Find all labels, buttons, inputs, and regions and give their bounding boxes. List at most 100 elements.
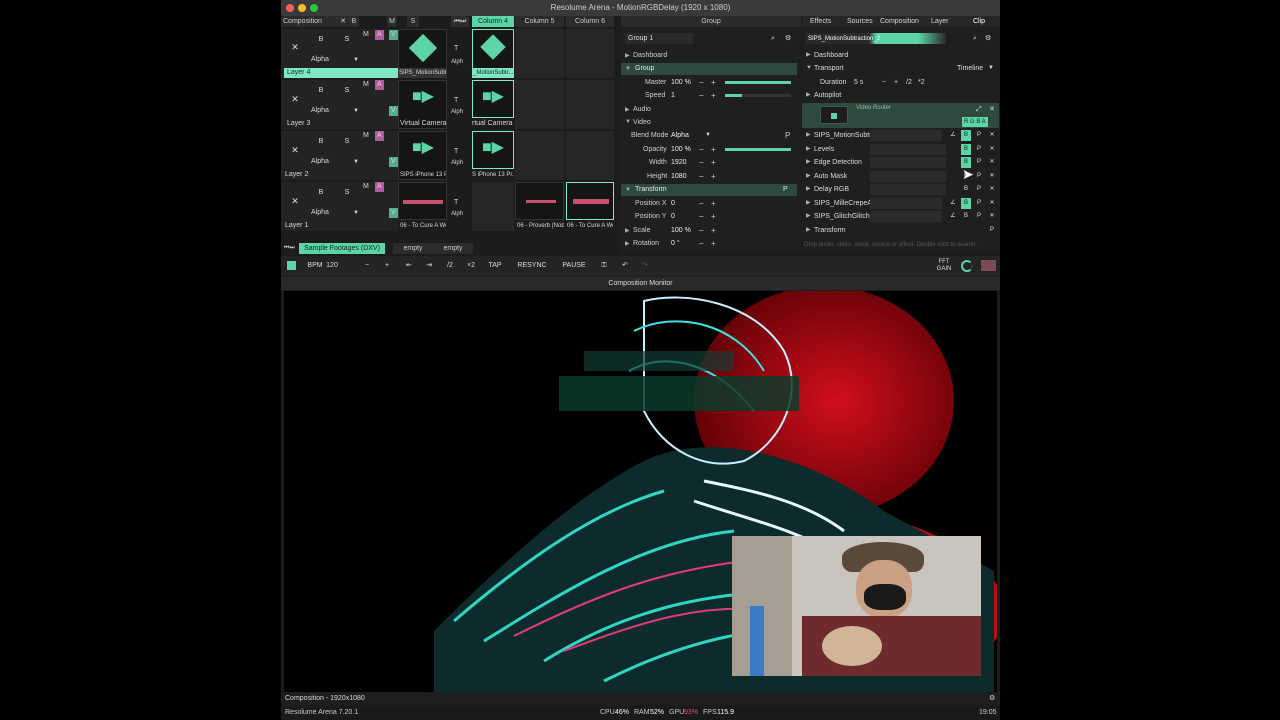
layer-m-button[interactable]: M xyxy=(363,30,369,40)
layer-v-button[interactable]: V xyxy=(389,208,398,218)
position-x-row[interactable]: Position X 0 − + xyxy=(621,197,801,210)
layer-v-button[interactable]: V xyxy=(389,30,398,40)
deck-tab[interactable]: empty xyxy=(393,243,433,254)
layer-m-button[interactable]: M xyxy=(363,80,369,90)
layer-a-button[interactable]: A xyxy=(375,80,384,90)
layer-solo-button[interactable]: S xyxy=(341,87,353,94)
layer-v-button[interactable]: V xyxy=(389,157,398,167)
tap-button[interactable]: TAP xyxy=(485,259,505,273)
pause-button[interactable]: PAUSE xyxy=(559,259,589,273)
composition-monitor-output[interactable] xyxy=(284,291,997,692)
layer-blend-select[interactable]: Alpha xyxy=(311,106,329,116)
empty-clip-slot[interactable] xyxy=(515,29,564,78)
tab-layer[interactable]: Layer xyxy=(931,17,949,27)
minimize-window-button[interactable] xyxy=(298,4,306,12)
bpm-value[interactable]: 120 xyxy=(325,259,339,273)
group-section[interactable]: ▼ Group xyxy=(621,63,797,75)
redo-icon[interactable]: ↷ xyxy=(639,259,651,273)
bpm-minus-button[interactable]: − xyxy=(361,259,373,273)
undo-icon[interactable]: ↶ xyxy=(619,259,631,273)
height-row[interactable]: Height 1080 − + xyxy=(621,170,801,183)
composition-m-button[interactable]: M xyxy=(387,16,397,27)
clip-t-button[interactable]: T xyxy=(454,198,458,208)
effect-row[interactable]: ▶ SIPS_MilleCrepeA ∠ B P ✕ xyxy=(802,197,999,210)
layer-clear-button[interactable]: ✕ xyxy=(289,196,301,207)
tab-composition[interactable]: Composition xyxy=(880,17,919,27)
layer-m-button[interactable]: M xyxy=(363,182,369,192)
empty-clip-slot[interactable] xyxy=(515,131,564,180)
nudge-forward-icon[interactable]: ⇥ xyxy=(423,259,435,273)
speed-row[interactable]: Speed 1 − + xyxy=(621,89,801,102)
layer-bypass-button[interactable]: B xyxy=(315,36,327,43)
nudge-back-icon[interactable]: ⇤ xyxy=(403,259,415,273)
empty-clip-slot[interactable] xyxy=(566,80,614,129)
duration-row[interactable]: Duration 5 s − + /2 *2 xyxy=(802,76,999,89)
layer-solo-button[interactable]: S xyxy=(341,36,353,43)
resync-button[interactable]: RESYNC xyxy=(515,259,549,273)
bpm-half-button[interactable]: /2 xyxy=(443,259,457,273)
layer-a-button[interactable]: A xyxy=(375,30,384,40)
opacity-row[interactable]: Opacity 100 % − + xyxy=(621,143,801,156)
gear-icon[interactable]: ⚙ xyxy=(989,694,995,704)
layer-blend-select[interactable]: Alpha xyxy=(311,55,329,65)
empty-clip-slot[interactable] xyxy=(515,80,564,129)
search-icon[interactable]: ⌕ xyxy=(973,34,977,44)
effect-row[interactable]: ▶ Delay RGB B P ✕ xyxy=(802,183,999,196)
layer-clear-button[interactable]: ✕ xyxy=(289,94,301,105)
clip-t-button[interactable]: T xyxy=(454,147,458,157)
deck-tab[interactable]: Sample Footages (DXV) xyxy=(299,243,385,254)
gear-icon[interactable]: ⚙ xyxy=(985,34,991,44)
layer-solo-button[interactable]: S xyxy=(341,189,353,196)
expand-icon[interactable]: ⤢ xyxy=(976,105,982,115)
layer-solo-button[interactable]: S xyxy=(341,138,353,145)
fft-gain-knob[interactable] xyxy=(961,260,973,272)
column-header[interactable]: Column 6 xyxy=(566,16,614,27)
position-y-row[interactable]: Position Y 0 − + xyxy=(621,210,801,223)
effect-row[interactable]: ▶ SIPS_MotionSubtr ∠ B P ✕ xyxy=(802,129,999,142)
composition-s-button[interactable]: S xyxy=(407,16,419,27)
lock-icon[interactable]: ⚿ xyxy=(598,259,610,273)
composition-b-button[interactable]: B xyxy=(349,16,359,27)
width-row[interactable]: Width 1920 − + xyxy=(621,156,801,169)
metronome-icon[interactable] xyxy=(287,261,296,270)
blend-mode-row[interactable]: Blend Mode Alpha ▼ P xyxy=(621,129,801,142)
clip-thumbnail[interactable] xyxy=(398,182,447,220)
autopilot-section[interactable]: ▶ Autopilot xyxy=(802,89,999,102)
zoom-window-button[interactable] xyxy=(310,4,318,12)
layer-v-button[interactable]: V xyxy=(389,106,398,116)
video-section[interactable]: ▼ Video xyxy=(621,116,801,129)
composition-clear-button[interactable]: ✕ xyxy=(338,16,348,27)
column-header[interactable]: Column 4 xyxy=(472,16,514,27)
group-name-field[interactable]: Group 1 xyxy=(625,33,693,44)
dashboard-section[interactable]: ▶ Dashboard xyxy=(802,49,999,62)
tab-clip[interactable]: Clip xyxy=(973,17,985,27)
gear-icon[interactable]: ⚙ xyxy=(785,34,791,44)
transform-section[interactable]: ▶ Transform P xyxy=(802,224,999,237)
transport-section[interactable]: ▼ Transport Timeline ▼ xyxy=(802,62,999,75)
layer-bypass-button[interactable]: B xyxy=(315,138,327,145)
search-icon[interactable]: ⌕ xyxy=(771,34,775,44)
effect-row[interactable]: ▶ SIPS_GlitchGlitchF ∠ B P ✕ xyxy=(802,210,999,223)
transform-section[interactable]: ▼ Transform P xyxy=(621,184,797,196)
bpm-double-button[interactable]: ×2 xyxy=(464,259,478,273)
layer-clear-button[interactable]: ✕ xyxy=(289,42,301,53)
bpm-plus-button[interactable]: + xyxy=(381,259,393,273)
clip-thumbnail[interactable]: ■▶ xyxy=(472,131,514,169)
tab-effects[interactable]: Effects xyxy=(810,17,831,27)
clip-thumbnail[interactable]: ■▶ xyxy=(472,80,514,118)
layer-bypass-button[interactable]: B xyxy=(315,87,327,94)
clip-thumbnail-selected[interactable] xyxy=(566,182,614,220)
layer-a-button[interactable]: A xyxy=(375,182,384,192)
close-icon[interactable]: ✕ xyxy=(989,105,995,115)
clip-t-button[interactable]: T xyxy=(454,44,458,54)
layer-blend-select[interactable]: Alpha xyxy=(311,157,329,167)
clip-thumbnail[interactable] xyxy=(515,182,564,220)
layer-m-button[interactable]: M xyxy=(363,131,369,141)
empty-clip-slot[interactable] xyxy=(566,29,614,78)
clip-t-button[interactable]: T xyxy=(454,96,458,106)
tab-sources[interactable]: Sources xyxy=(847,17,873,27)
close-window-button[interactable] xyxy=(286,4,294,12)
rotation-row[interactable]: ▶ Rotation 0 ° − + xyxy=(621,237,801,250)
scale-row[interactable]: ▶ Scale 100 % − + xyxy=(621,224,801,237)
dashboard-section[interactable]: ▶ Dashboard xyxy=(621,49,801,62)
